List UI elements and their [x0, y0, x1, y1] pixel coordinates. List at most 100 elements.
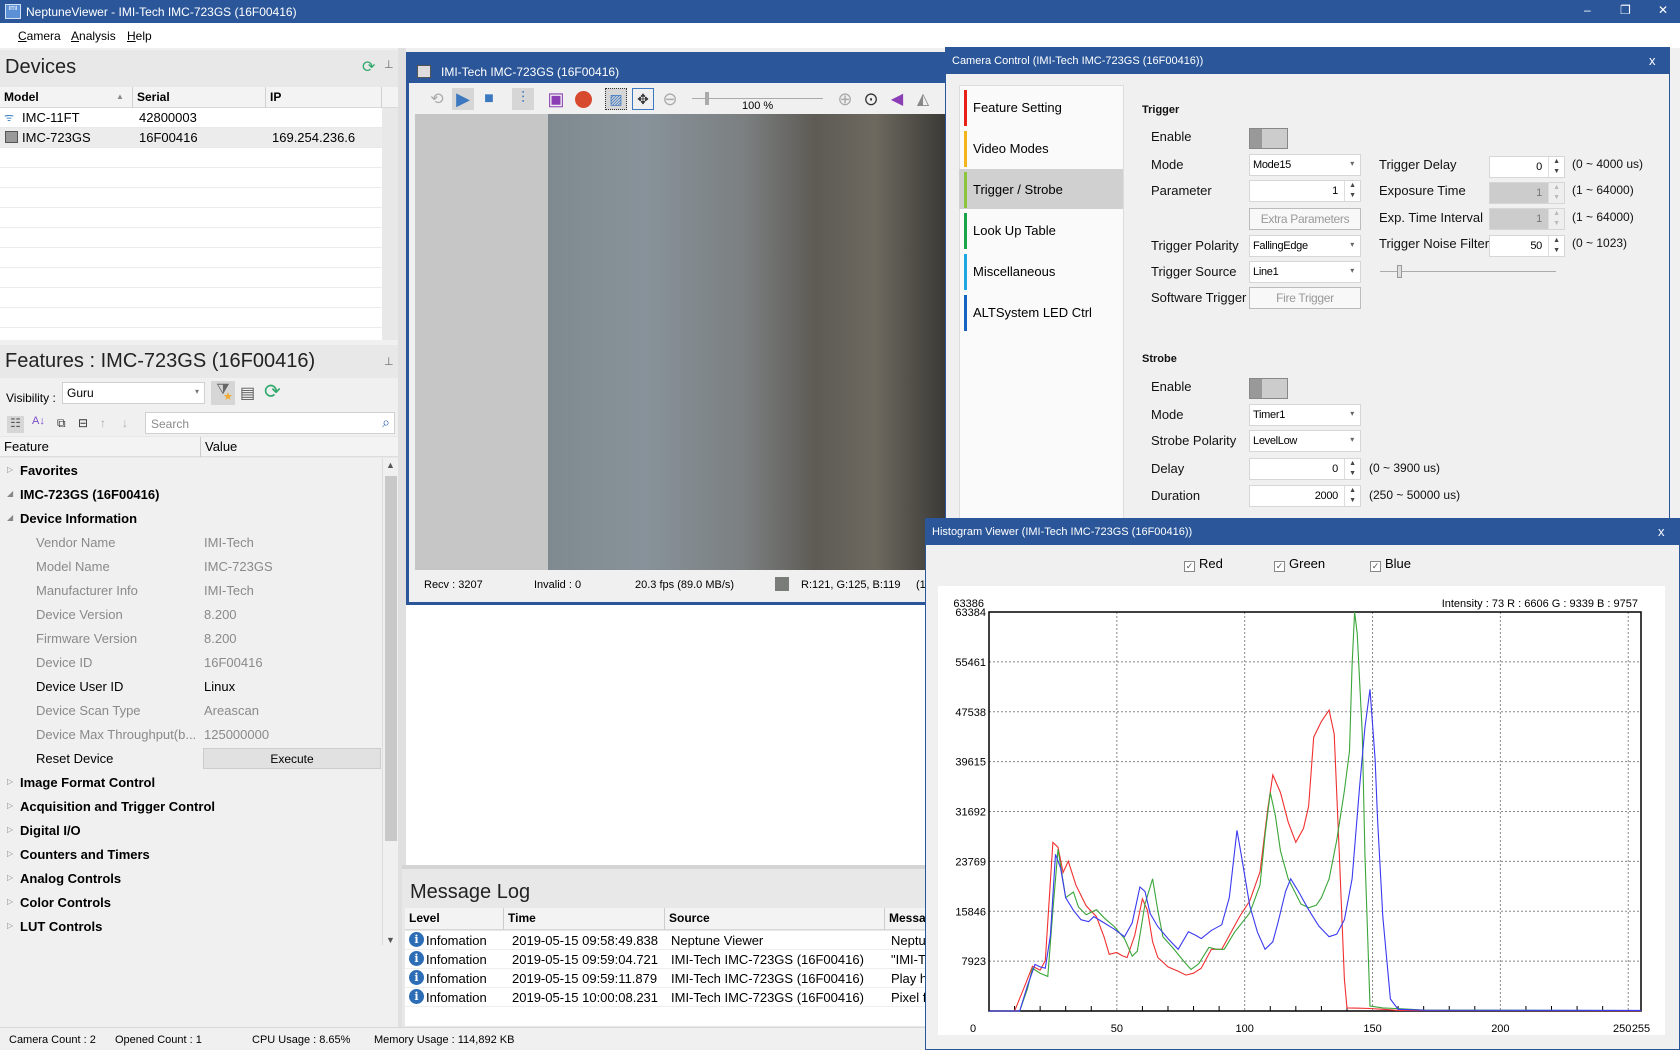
flip-icon[interactable]: ◀: [886, 88, 908, 110]
extra-parameters-button[interactable]: Extra Parameters: [1249, 208, 1361, 230]
execute-button[interactable]: Execute: [203, 748, 381, 769]
collapse-all-icon[interactable]: ⊟: [78, 416, 88, 430]
camera-image[interactable]: [415, 114, 945, 570]
stop-button[interactable]: ■: [478, 88, 500, 110]
tree-item[interactable]: Device Scan Type Areascan: [0, 699, 382, 723]
nav-item[interactable]: Video Modes: [959, 128, 1123, 168]
feature-value[interactable]: Linux: [204, 679, 235, 694]
menu-camera[interactable]: Camera: [18, 29, 61, 43]
menu-analysis[interactable]: Analysis: [71, 29, 116, 43]
exposure-time-stepper[interactable]: 1 ▲ ▼: [1489, 182, 1565, 204]
fit-image-icon[interactable]: ▨: [605, 88, 627, 110]
strobe-duration-stepper[interactable]: 2000 ▲ ▼: [1249, 485, 1361, 507]
trigger-delay-stepper[interactable]: 0 ▲ ▼: [1489, 156, 1565, 178]
expand-icon[interactable]: ▷: [7, 897, 13, 906]
tree-item[interactable]: Vendor Name IMI-Tech: [0, 531, 382, 555]
arrow-down-icon[interactable]: ↓: [122, 416, 128, 430]
col-serial[interactable]: Serial: [133, 87, 266, 108]
nav-item[interactable]: ALTSystem LED Ctrl: [959, 292, 1123, 332]
expand-icon[interactable]: ▷: [7, 777, 13, 786]
expand-icon[interactable]: ▷: [7, 873, 13, 882]
tree-group[interactable]: ▷ LUT Controls: [0, 915, 382, 939]
zoom-slider-thumb[interactable]: [705, 92, 710, 105]
refresh-icon[interactable]: ⟳: [264, 379, 281, 404]
pin-icon[interactable]: ⊥: [384, 58, 394, 71]
restore-button[interactable]: ❐: [1620, 3, 1631, 17]
trigger-mode-select[interactable]: Mode15: [1249, 154, 1361, 176]
histogram-chart[interactable]: Intensity : 73 R : 6606 G : 9339 B : 975…: [938, 586, 1665, 1035]
pin-icon[interactable]: ⊥: [384, 355, 394, 368]
play-button[interactable]: ▶: [452, 88, 474, 110]
trigger-source-select[interactable]: Line1: [1249, 261, 1361, 283]
spinner-icon[interactable]: ▲ ▼: [1344, 181, 1360, 201]
zoom-in-icon[interactable]: ⊕: [834, 88, 856, 110]
tree-item[interactable]: Firmware Version 8.200: [0, 627, 382, 651]
green-checkbox[interactable]: ✓ Green: [1274, 556, 1325, 572]
red-checkbox[interactable]: ✓ Red: [1184, 556, 1223, 572]
tree-item[interactable]: Device Version 8.200: [0, 603, 382, 627]
blue-checkbox[interactable]: ✓ Blue: [1370, 556, 1411, 572]
save-icon[interactable]: ▣: [545, 88, 567, 110]
device-row[interactable]: ᯤ IMC-11FT 42800003: [0, 108, 382, 128]
tree-item[interactable]: Device ID 16F00416: [0, 651, 382, 675]
spinner-icon[interactable]: ▲ ▼: [1344, 459, 1360, 479]
log-row[interactable]: i Infomation 2019-05-15 09:59:11.879 IMI-Te…: [405, 969, 927, 988]
mirror-icon[interactable]: ◭: [912, 88, 934, 110]
device-row[interactable]: IMC-723GS 16F00416 169.254.236.6: [0, 128, 382, 148]
minimize-button[interactable]: –: [1584, 3, 1591, 17]
tree-group[interactable]: ◢ IMC-723GS (16F00416): [0, 483, 382, 507]
visibility-select[interactable]: Guru ▾: [62, 382, 205, 404]
fire-trigger-button[interactable]: Fire Trigger: [1249, 287, 1361, 309]
tree-item[interactable]: Manufacturer Info IMI-Tech: [0, 579, 382, 603]
tree-item[interactable]: Reset Device Execute: [0, 747, 382, 771]
tree-group[interactable]: ◢ Device Information: [0, 507, 382, 531]
log-row[interactable]: i Infomation 2019-05-15 09:59:04.721 IMI-Te…: [405, 950, 926, 969]
filter-favorites-icon[interactable]: ⧩ ★: [211, 381, 235, 405]
strobe-mode-select[interactable]: Timer1: [1249, 404, 1361, 426]
expand-icon[interactable]: ▷: [7, 825, 13, 834]
collapse-icon[interactable]: ◢: [7, 489, 13, 498]
spinner-icon[interactable]: ▲ ▼: [1344, 486, 1360, 506]
zoom-100-icon[interactable]: ⊙: [860, 88, 882, 110]
strobe-delay-stepper[interactable]: 0 ▲ ▼: [1249, 458, 1361, 480]
menu-help[interactable]: Help: [127, 29, 152, 43]
tree-group[interactable]: ▷ Counters and Timers: [0, 843, 382, 867]
scroll-down-icon[interactable]: ▼: [386, 935, 395, 945]
noise-filter-stepper[interactable]: 50 ▲ ▼: [1489, 235, 1565, 257]
nav-item[interactable]: Feature Setting: [959, 87, 1123, 127]
collapse-icon[interactable]: ◢: [7, 513, 13, 522]
nav-item[interactable]: Look Up Table: [959, 210, 1123, 250]
expand-icon[interactable]: ▷: [7, 465, 13, 474]
col-feature[interactable]: Feature: [0, 437, 201, 457]
tree-group[interactable]: ▷ Analog Controls: [0, 867, 382, 891]
close-button[interactable]: x: [1649, 53, 1656, 68]
expand-icon[interactable]: ▷: [7, 921, 13, 930]
exp-time-interval-stepper[interactable]: 1 ▲ ▼: [1489, 208, 1565, 230]
zoom-slider[interactable]: [692, 92, 823, 105]
col-value[interactable]: Value: [201, 437, 241, 457]
col-level[interactable]: Level: [405, 908, 504, 930]
expand-icon[interactable]: ▷: [7, 801, 13, 810]
search-icon[interactable]: ⌕: [382, 414, 390, 431]
tree-item[interactable]: Model Name IMC-723GS: [0, 555, 382, 579]
settings-sliders-icon[interactable]: ⫶: [512, 88, 534, 110]
close-button[interactable]: ✕: [1658, 3, 1668, 17]
export-icon[interactable]: ▤: [240, 383, 255, 403]
col-ip[interactable]: IP: [266, 87, 382, 108]
trigger-enable-toggle[interactable]: [1249, 128, 1288, 149]
expand-icon[interactable]: ▷: [7, 849, 13, 858]
strobe-enable-toggle[interactable]: [1249, 378, 1288, 399]
col-model[interactable]: Model: [0, 87, 133, 108]
scroll-up-icon[interactable]: ▲: [386, 460, 395, 470]
search-input[interactable]: Search ⌕: [145, 412, 395, 434]
noise-filter-slider-thumb[interactable]: [1396, 265, 1402, 278]
refresh-icon[interactable]: ⟳: [362, 57, 375, 77]
tree-group[interactable]: ▷ Acquisition and Trigger Control: [0, 795, 382, 819]
nav-item[interactable]: Miscellaneous: [959, 251, 1123, 291]
col-source[interactable]: Source: [665, 908, 885, 930]
nav-item[interactable]: Trigger / Strobe: [959, 169, 1123, 209]
spinner-icon[interactable]: ▲ ▼: [1548, 209, 1564, 229]
parameter-stepper[interactable]: 1 ▲ ▼: [1249, 180, 1361, 202]
tree-group[interactable]: ▷ Favorites: [0, 459, 382, 483]
arrow-up-icon[interactable]: ↑: [100, 416, 106, 430]
